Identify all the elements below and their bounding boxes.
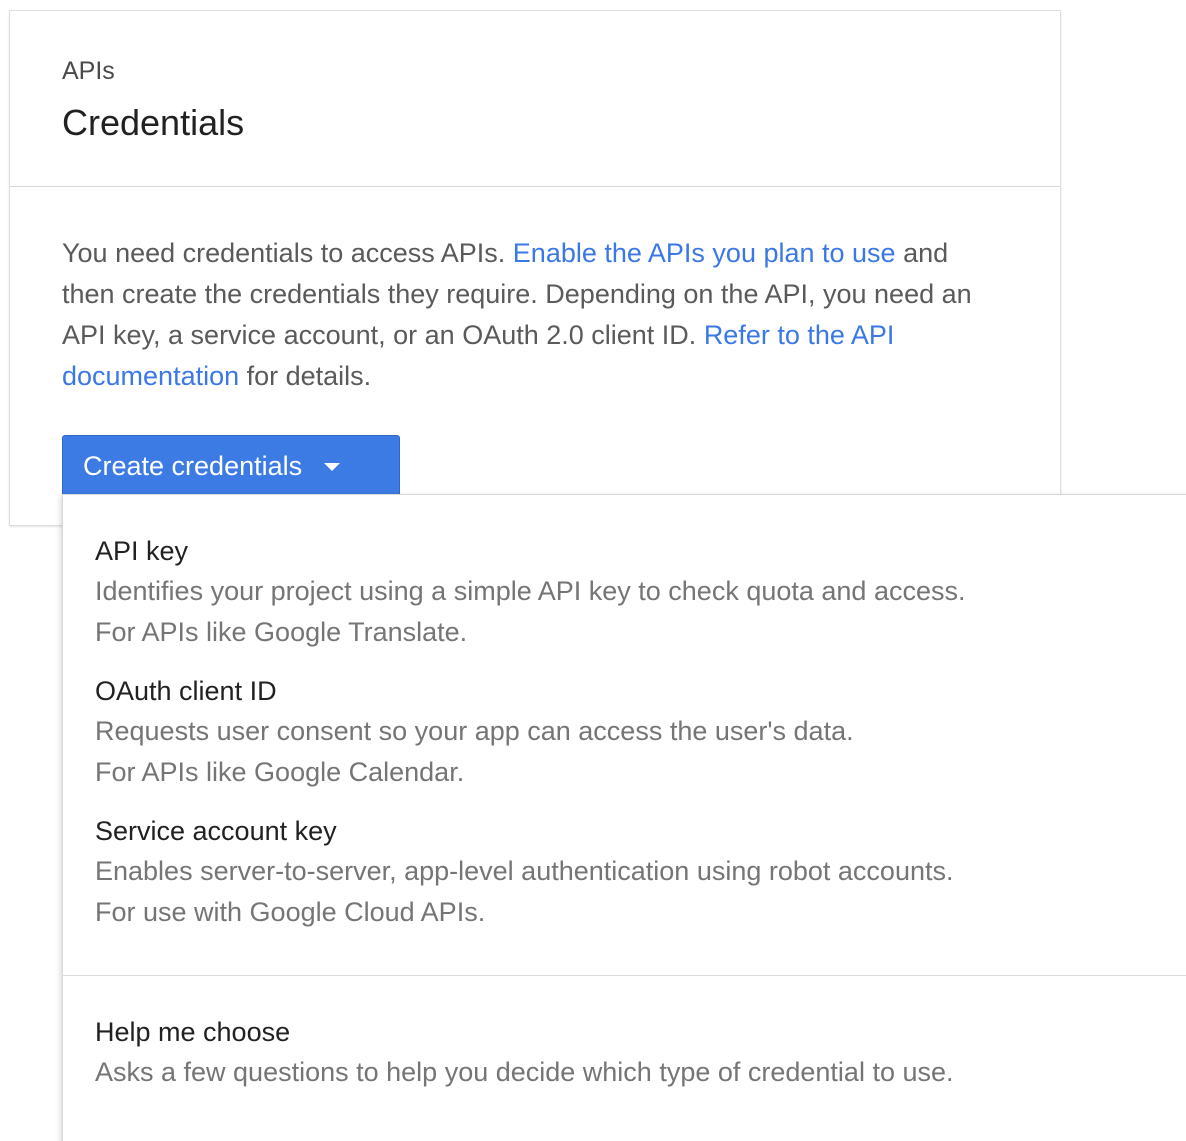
- menu-item-description: Asks a few questions to help you decide …: [95, 1057, 954, 1087]
- menu-item-help-me-choose[interactable]: Help me choose Asks a few questions to h…: [63, 1006, 1186, 1101]
- intro-text-part-1: You need credentials to access APIs.: [62, 238, 513, 268]
- menu-item-oauth-client-id[interactable]: OAuth client ID Requests user consent so…: [63, 665, 1186, 801]
- caret-down-icon: [324, 463, 341, 471]
- menu-item-description: Enables server-to-server, app-level auth…: [95, 856, 954, 886]
- menu-item-service-account-key[interactable]: Service account key Enables server-to-se…: [63, 805, 1186, 941]
- menu-item-description: For APIs like Google Calendar.: [95, 757, 465, 787]
- intro-text-part-3: for details.: [239, 361, 372, 391]
- menu-item-label: Service account key: [95, 816, 337, 846]
- card-header: APIs Credentials: [10, 11, 1060, 187]
- menu-item-label: OAuth client ID: [95, 676, 277, 706]
- menu-item-description: Identifies your project using a simple A…: [95, 576, 966, 606]
- page-title: Credentials: [62, 102, 245, 143]
- create-credentials-button[interactable]: Create credentials: [62, 435, 400, 497]
- credentials-card: APIs Credentials You need credentials to…: [9, 10, 1061, 526]
- card-body: You need credentials to access APIs. Ena…: [10, 187, 1060, 397]
- menu-item-label: Help me choose: [95, 1017, 291, 1047]
- credential-types-group: API key Identifies your project using a …: [63, 495, 1186, 976]
- breadcrumb-apis: APIs: [62, 57, 115, 85]
- intro-text: You need credentials to access APIs. Ena…: [62, 233, 1000, 397]
- menu-item-description: Requests user consent so your app can ac…: [95, 716, 854, 746]
- menu-item-description: For APIs like Google Translate.: [95, 617, 468, 647]
- menu-item-description: For use with Google Cloud APIs.: [95, 897, 486, 927]
- page: APIs Credentials You need credentials to…: [0, 0, 1186, 1141]
- create-credentials-menu: API key Identifies your project using a …: [62, 494, 1186, 1141]
- menu-item-api-key[interactable]: API key Identifies your project using a …: [63, 525, 1186, 661]
- menu-item-label: API key: [95, 536, 189, 566]
- enable-apis-link[interactable]: Enable the APIs you plan to use: [513, 238, 896, 268]
- create-credentials-label: Create credentials: [83, 450, 303, 481]
- help-group: Help me choose Asks a few questions to h…: [63, 976, 1186, 1135]
